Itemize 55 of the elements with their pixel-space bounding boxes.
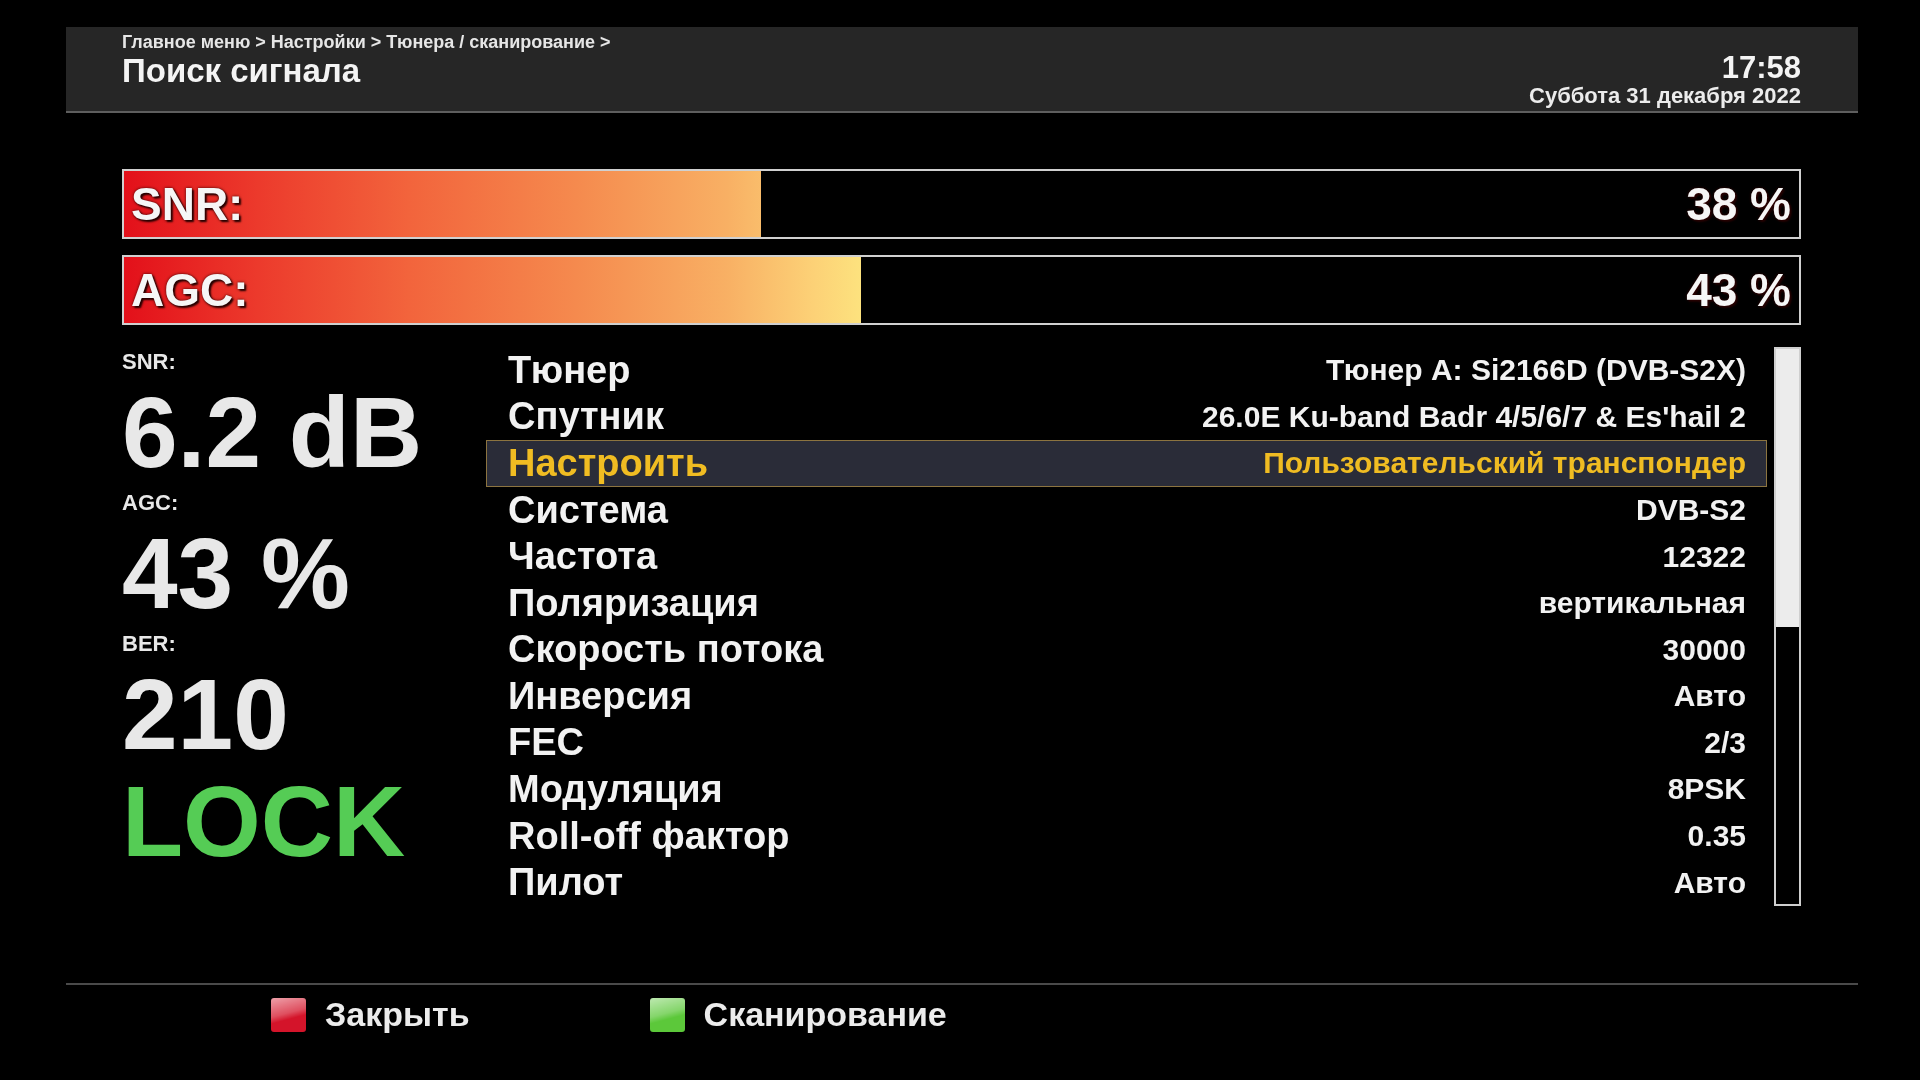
- setting-value: 26.0E Ku-band Badr 4/5/6/7 & Es'hail 2: [1202, 399, 1746, 434]
- setting-value: Авто: [1673, 865, 1746, 900]
- readout-label: AGC:: [122, 491, 179, 515]
- setting-value: Пользовательский транспондер: [1263, 446, 1746, 481]
- setting-label: FEC: [508, 721, 584, 765]
- setting-value: 8PSK: [1667, 772, 1746, 807]
- date-text: Суббота 31 декабря 2022: [1529, 84, 1801, 108]
- menu-row[interactable]: Настроить Пользовательский транспондер: [486, 440, 1767, 487]
- setting-label: Спутник: [508, 395, 664, 439]
- setting-label: Тюнер: [508, 348, 631, 392]
- scrollbar-thumb[interactable]: [1776, 349, 1799, 627]
- menu-row[interactable]: Скорость потока 30000: [486, 626, 1767, 674]
- menu-row[interactable]: Пилот Авто: [486, 859, 1767, 906]
- setting-value: 12322: [1662, 539, 1746, 574]
- setting-value: DVB-S2: [1635, 493, 1746, 527]
- breadcrumb: Главное меню > Настройки > Тюнера / сканирование >: [122, 32, 611, 53]
- menu-row[interactable]: FEC 2/3: [486, 719, 1767, 767]
- readout-label: BER:: [122, 632, 176, 656]
- menu-row[interactable]: Система DVB-S2: [486, 486, 1767, 534]
- footer-button[interactable]: Сканирование: [649, 995, 947, 1034]
- meter-reading: 38 %: [1686, 177, 1791, 231]
- readout-value: 43 %: [122, 523, 350, 623]
- setting-value: вертикальная: [1538, 586, 1746, 621]
- meter-label: AGC:: [131, 263, 249, 317]
- readout-value: 210: [122, 664, 289, 764]
- readout-label: SNR:: [122, 350, 176, 374]
- setting-label: Скорость потока: [508, 628, 824, 672]
- setting-value: Тюнер A: Si2166D (DVB-S2X): [1325, 353, 1746, 388]
- setting-label: Частота: [508, 535, 658, 579]
- setting-label: Система: [508, 488, 668, 532]
- menu-row[interactable]: Roll-off фактор 0.35: [486, 812, 1767, 860]
- lock-status: LOCK: [122, 771, 406, 871]
- setting-label: Roll-off фактор: [508, 814, 790, 858]
- setting-label: Инверсия: [508, 674, 693, 718]
- setting-label: Модуляция: [508, 768, 723, 811]
- footer-button[interactable]: Закрыть: [271, 995, 470, 1034]
- setting-label: Настроить: [508, 441, 709, 485]
- menu-row[interactable]: Спутник 26.0E Ku-band Badr 4/5/6/7 & Es'hail 2: [486, 393, 1767, 441]
- setting-label: Пилот: [508, 861, 624, 905]
- setting-label: Поляризация: [508, 581, 759, 625]
- setting-value: 2/3: [1704, 725, 1746, 760]
- menu-row[interactable]: Поляризация вертикальная: [486, 579, 1767, 627]
- menu-row[interactable]: Тюнер Тюнер A: Si2166D (DVB-S2X): [486, 347, 1767, 394]
- menu-row[interactable]: Инверсия Авто: [486, 673, 1767, 720]
- meter-label: SNR:: [131, 177, 244, 231]
- menu-row[interactable]: Модуляция 8PSK: [486, 766, 1767, 813]
- scrollbar-track[interactable]: [1774, 347, 1801, 906]
- menu-row[interactable]: Частота 12322: [486, 533, 1767, 580]
- readout-value: 6.2 dB: [122, 382, 423, 482]
- setting-value: Авто: [1673, 679, 1746, 714]
- setting-value: 30000: [1662, 632, 1746, 667]
- page-title: Поиск сигнала: [122, 53, 362, 89]
- meter-reading: 43 %: [1686, 263, 1791, 317]
- setting-value: 0.35: [1687, 819, 1746, 854]
- clock-time: 17:58: [1721, 52, 1801, 84]
